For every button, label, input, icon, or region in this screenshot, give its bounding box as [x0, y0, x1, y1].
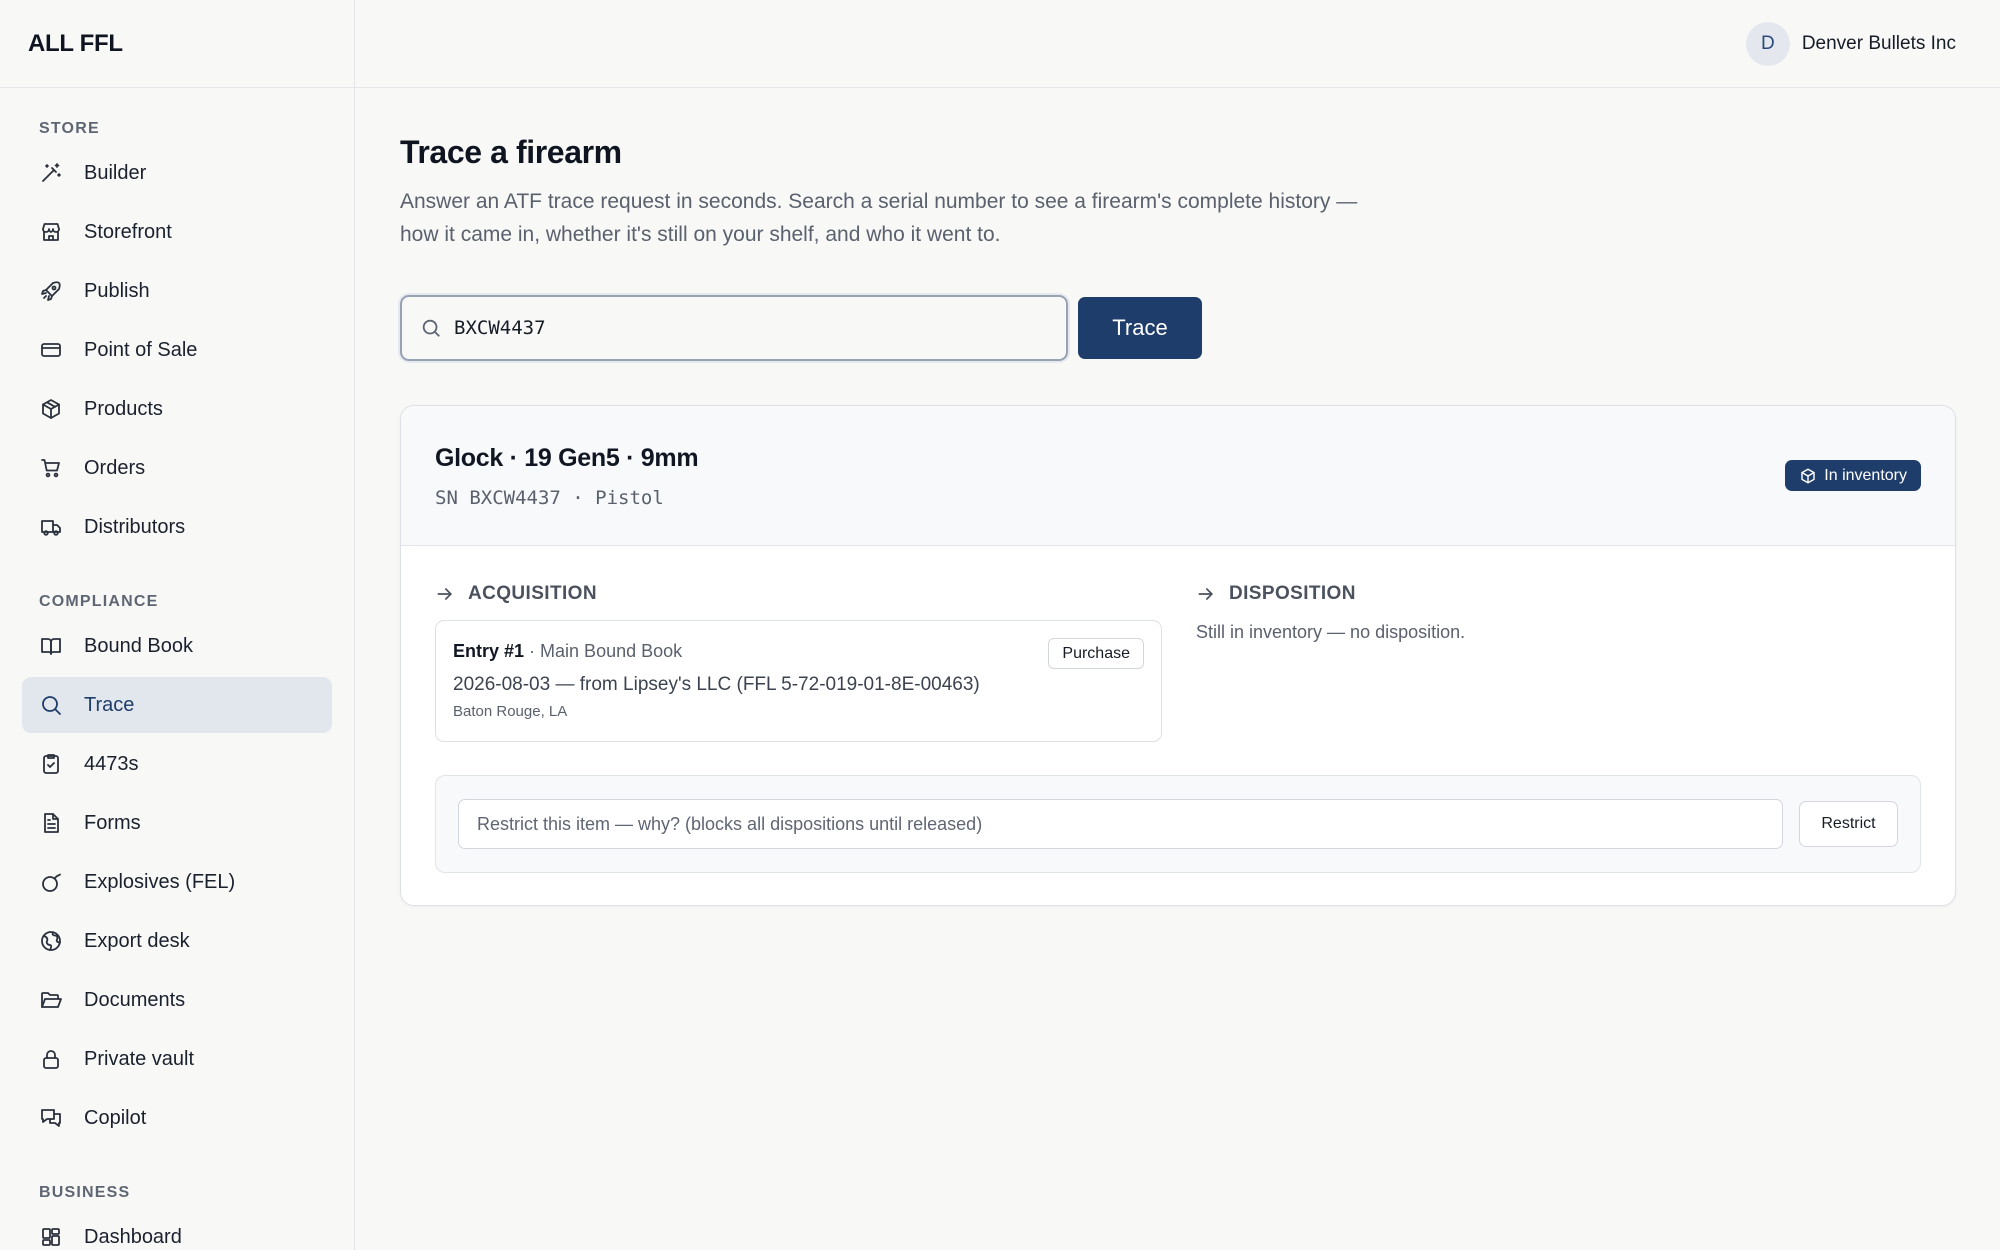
page-description: Answer an ATF trace request in seconds. … [400, 190, 1358, 246]
disposition-heading: DISPOSITION [1196, 582, 1921, 606]
sidebar-item-export-desk[interactable]: Export desk [22, 913, 332, 969]
cart-icon [38, 455, 64, 481]
entry-location: Baton Rouge, LA [453, 703, 568, 720]
sidebar-item-documents[interactable]: Documents [22, 972, 332, 1028]
sidebar-item-label: Export desk [84, 929, 190, 952]
sidebar-item-label: Products [84, 397, 163, 420]
sidebar-item-label: Storefront [84, 220, 172, 243]
sidebar-item-label: Bound Book [84, 634, 193, 657]
result-columns: ACQUISITION Entry #1 · Main Bound Book P… [401, 546, 1955, 742]
sidebar-item-label: Trace [84, 693, 135, 716]
entry-book: · Main Bound Book [524, 641, 683, 661]
sidebar-item-private-vault[interactable]: Private vault [22, 1031, 332, 1087]
package-icon [38, 396, 64, 422]
sidebar-item-trace[interactable]: Trace [22, 677, 332, 733]
truck-icon [38, 514, 64, 540]
sidebar-item-products[interactable]: Products [22, 381, 332, 437]
sidebar-item-forms[interactable]: Forms [22, 795, 332, 851]
sidebar-item-label: Orders [84, 456, 146, 479]
entry-type-badge: Purchase [1048, 638, 1144, 669]
sidebar-item-label: Dashboard [84, 1225, 182, 1248]
restrict-button[interactable]: Restrict [1799, 801, 1898, 847]
sidebar-item-label: Publish [84, 279, 150, 302]
entry-number: Entry #1 [453, 641, 525, 661]
trace-button[interactable]: Trace [1078, 297, 1202, 359]
firearm-title: Glock · 19 Gen5 · 9mm [435, 444, 699, 472]
rocket-icon [38, 278, 64, 304]
sidebar-item-label: Private vault [84, 1047, 195, 1070]
avatar[interactable]: D [1745, 21, 1790, 66]
main-content: Trace a firearm Answer an ATF trace requ… [400, 88, 1956, 906]
sidebar: ALL FFL STORE Builder Storefront Publish… [0, 0, 355, 1250]
sidebar-item-builder[interactable]: Builder [22, 145, 332, 201]
disposition-text: Still in inventory — no disposition. [1196, 622, 1466, 642]
acquisition-entry[interactable]: Entry #1 · Main Bound Book Purchase 2026… [435, 620, 1162, 742]
search-row: Trace [400, 295, 1956, 361]
acquisition-column: ACQUISITION Entry #1 · Main Bound Book P… [435, 582, 1162, 742]
clipboard-check-icon [38, 751, 64, 777]
sidebar-item-label: Point of Sale [84, 338, 198, 361]
globe-icon [38, 928, 64, 954]
sidebar-item-storefront[interactable]: Storefront [22, 204, 332, 260]
sidebar-item-dashboard[interactable]: Dashboard [22, 1209, 332, 1250]
page-title: Trace a firearm [400, 134, 622, 170]
status-badge: In inventory [1785, 460, 1921, 491]
arrow-right-icon [1198, 588, 1213, 600]
sidebar-nav: STORE Builder Storefront Publish Point o… [0, 88, 354, 1250]
brand-logo[interactable]: ALL FFL [0, 0, 354, 88]
status-badge-label: In inventory [1824, 466, 1907, 484]
acquisition-heading-label: ACQUISITION [468, 583, 597, 604]
file-text-icon [38, 810, 64, 836]
bomb-icon [38, 869, 64, 895]
sidebar-item-label: Explosives (FEL) [84, 870, 236, 893]
sidebar-item-orders[interactable]: Orders [22, 440, 332, 496]
store-icon [38, 219, 64, 245]
section-label-store: STORE [39, 120, 100, 137]
restrict-panel: Restrict [435, 775, 1921, 873]
sidebar-item-label: Documents [84, 988, 186, 1011]
section-label-compliance: COMPLIANCE [39, 593, 159, 610]
sidebar-item-publish[interactable]: Publish [22, 263, 332, 319]
search-icon [422, 319, 440, 337]
sidebar-item-label: Distributors [84, 515, 186, 538]
dashboard-icon [38, 1224, 64, 1250]
arrow-right-icon [437, 588, 452, 600]
entry-header: Entry #1 · Main Bound Book [453, 641, 1144, 662]
entry-detail: 2026-08-03 — from Lipsey's LLC (FFL 5-72… [453, 674, 980, 695]
search-icon [38, 692, 64, 718]
disposition-column: DISPOSITION Still in inventory — no disp… [1196, 582, 1921, 742]
disposition-heading-label: DISPOSITION [1229, 583, 1356, 604]
acquisition-heading: ACQUISITION [435, 582, 1162, 606]
sidebar-item-label: Forms [84, 811, 141, 834]
sidebar-item-copilot[interactable]: Copilot [22, 1090, 332, 1146]
trace-result-card: Glock · 19 Gen5 · 9mm SN BXCW4437 · Pist… [400, 405, 1956, 906]
result-header: Glock · 19 Gen5 · 9mm SN BXCW4437 · Pist… [401, 406, 1955, 546]
sidebar-item-explosives[interactable]: Explosives (FEL) [22, 854, 332, 910]
sidebar-item-label: Copilot [84, 1106, 147, 1129]
sidebar-item-label: 4473s [84, 752, 139, 775]
topbar: D Denver Bullets Inc [355, 0, 2000, 88]
package-icon [1801, 468, 1815, 483]
wand-icon [38, 160, 64, 186]
folder-open-icon [38, 987, 64, 1013]
chat-icon [38, 1105, 64, 1131]
serial-search-input[interactable] [454, 317, 1014, 339]
account-name[interactable]: Denver Bullets Inc [1802, 33, 1956, 55]
sidebar-item-point-of-sale[interactable]: Point of Sale [22, 322, 332, 378]
lock-icon [38, 1046, 64, 1072]
restrict-reason-input[interactable] [458, 799, 1783, 849]
sidebar-item-distributors[interactable]: Distributors [22, 499, 332, 555]
credit-card-icon [38, 337, 64, 363]
sidebar-item-4473s[interactable]: 4473s [22, 736, 332, 792]
sidebar-item-label: Builder [84, 161, 147, 184]
sidebar-item-bound-book[interactable]: Bound Book [22, 618, 332, 674]
firearm-serial: SN BXCW4437 · Pistol [435, 487, 664, 509]
section-label-business: BUSINESS [39, 1184, 131, 1201]
book-open-icon [38, 633, 64, 659]
serial-search-box[interactable] [400, 295, 1068, 361]
